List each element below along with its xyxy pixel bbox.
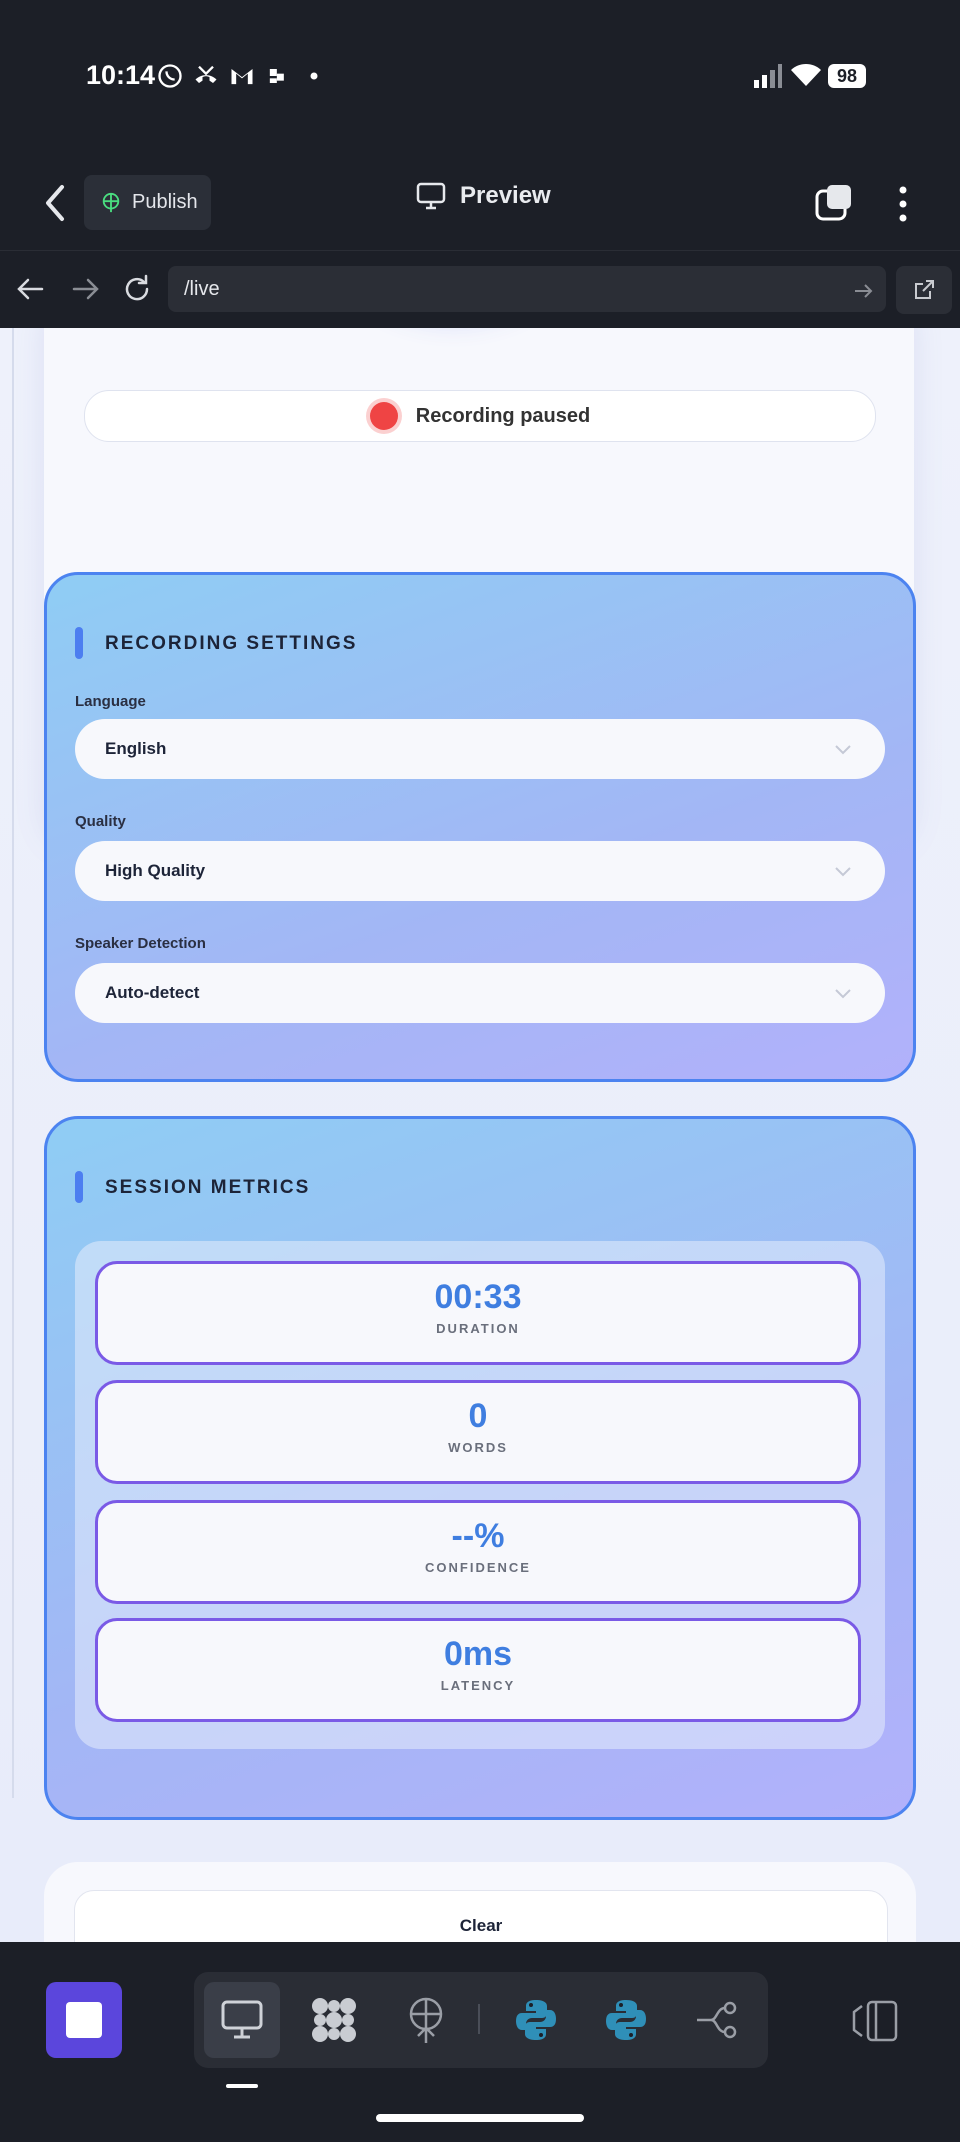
speaker-detection-value: Auto-detect [105,983,200,1002]
workflow-icon [697,2001,737,2039]
stop-square-icon [66,2002,102,2038]
preview-title-text: Preview [460,182,551,209]
active-tool-indicator [226,2084,258,2088]
recording-status-text: Recording paused [415,404,591,427]
whatsapp-icon [158,64,182,88]
quality-select[interactable]: High Quality [75,841,885,901]
metric-label: CONFIDENCE [425,1560,531,1575]
metric-latency: 0ms LATENCY [95,1618,861,1722]
section-accent-bar [75,627,83,659]
page-viewport: Recording paused RECORDING SETTINGS Lang… [0,328,960,1942]
metric-label: WORDS [448,1440,508,1455]
metric-confidence: --% CONFIDENCE [95,1500,861,1604]
status-time: 10:14 [86,60,156,90]
recording-dot-icon [369,402,398,430]
open-external-icon [915,280,934,299]
monitor-icon [416,182,446,210]
gmail-icon [231,69,253,85]
grid-blobs-icon [312,1998,356,2042]
chevron-down-icon [835,745,851,755]
metric-label: LATENCY [440,1678,516,1693]
more-menu-icon[interactable] [894,184,912,224]
publish-label: Publish [132,191,198,213]
components-tool[interactable] [296,1982,372,2058]
chevron-down-icon [835,989,851,999]
clear-button[interactable]: Clear [74,1890,888,1942]
actions-card: Clear [44,1862,916,1942]
language-select[interactable]: English [75,719,885,779]
recording-status-pill: Recording paused [84,390,876,442]
missed-call-icon [195,65,217,83]
metrics-grid: 00:33 DURATION 0 WORDS --% CONFIDENCE 0m… [75,1241,885,1749]
back-chevron-icon[interactable] [40,183,70,223]
more-notifications-dot-icon [310,72,318,80]
metric-value: --% [451,1517,505,1555]
speaker-detection-label: Speaker Detection [75,935,206,952]
language-value: English [105,739,167,758]
quality-value: High Quality [105,861,206,880]
quality-label: Quality [75,813,126,830]
language-label: Language [75,693,146,710]
python-tool-2[interactable] [588,1982,664,2058]
metric-value: 00:33 [434,1278,522,1316]
python-icon [606,2000,646,2040]
python-tool-1[interactable] [498,1982,574,2058]
metric-words: 0 WORDS [95,1380,861,1484]
workflow-tool[interactable] [680,1982,756,2058]
stop-button[interactable] [46,1982,122,2058]
python-icon [516,2000,556,2040]
session-metrics-card: SESSION METRICS 00:33 DURATION 0 WORDS -… [44,1116,916,1820]
url-input[interactable]: /live [168,266,886,312]
recording-settings-card: RECORDING SETTINGS Language English Qual… [44,572,916,1082]
metrics-title: SESSION METRICS [105,1177,311,1198]
metric-value: 0 [468,1397,488,1435]
browser-forward-icon[interactable] [68,272,102,306]
antenna-icon [409,1997,443,2043]
wifi-icon [791,64,821,86]
deploy-tool[interactable] [388,1982,464,2058]
publish-globe-icon [102,192,120,212]
signal-icon [754,64,782,88]
browser-back-icon[interactable] [14,272,48,306]
desktop-icon [221,2000,263,2039]
page-title: Preview [416,182,551,210]
settings-title: RECORDING SETTINGS [105,633,358,654]
open-external-button[interactable] [896,266,952,314]
home-indicator[interactable] [376,2114,584,2122]
section-accent-bar [75,1171,83,1203]
chevron-down-icon [835,867,851,877]
panel-toggle-icon[interactable] [852,2000,900,2042]
reload-icon[interactable] [120,272,154,306]
metric-label: DURATION [436,1321,520,1336]
publish-button[interactable]: Publish [84,175,211,230]
tabs-icon[interactable] [815,183,853,221]
speaker-detection-select[interactable]: Auto-detect [75,963,885,1023]
scroll-edge-line [12,328,14,1798]
app-notification-icon [269,69,284,83]
metric-duration: 00:33 DURATION [95,1261,861,1365]
metric-value: 0ms [443,1635,513,1673]
url-go-arrow-icon[interactable] [852,280,874,302]
toolbar-divider [478,2004,480,2034]
battery-indicator: 98 [828,64,866,88]
desktop-preview-tool[interactable] [204,1982,280,2058]
